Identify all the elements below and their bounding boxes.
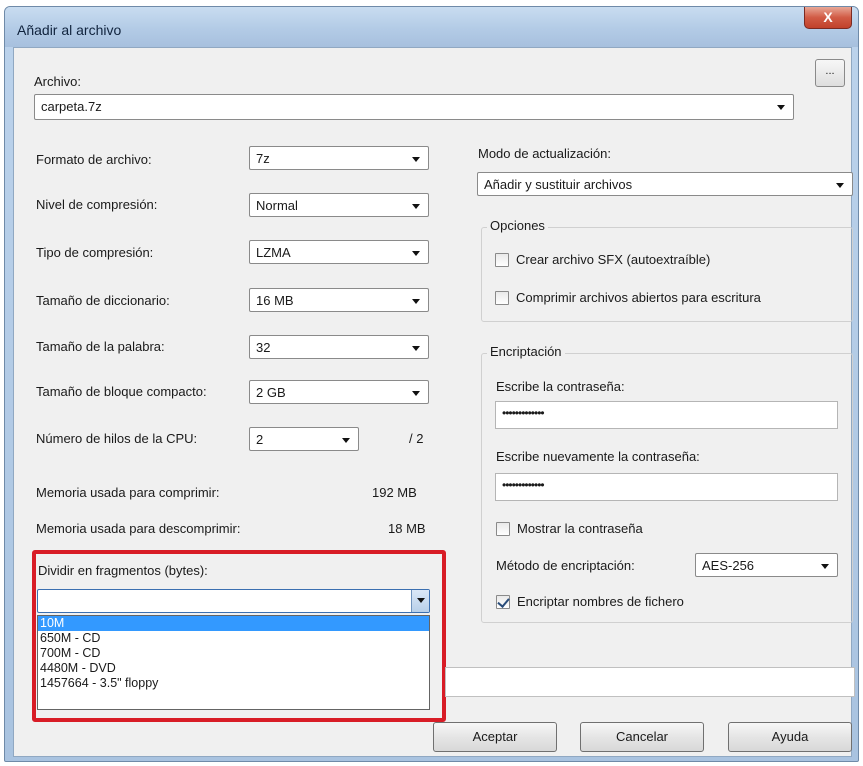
word-label: Tamaño de la palabra: xyxy=(36,339,165,354)
block-combo[interactable]: 2 GB xyxy=(249,380,429,404)
memory-decompress-value: 18 MB xyxy=(388,521,426,536)
update-mode-label: Modo de actualización: xyxy=(478,146,611,161)
close-icon: X xyxy=(823,9,833,25)
browse-button[interactable]: ... xyxy=(815,59,845,87)
sfx-label: Crear archivo SFX (autoextraíble) xyxy=(516,252,711,267)
split-dropdown-button[interactable] xyxy=(411,590,429,612)
help-button-label: Ayuda xyxy=(771,729,809,744)
help-button[interactable]: Ayuda xyxy=(728,722,852,752)
threads-max: / 2 xyxy=(409,431,424,446)
chevron-down-icon xyxy=(412,346,420,351)
split-combo[interactable] xyxy=(37,589,430,613)
memory-compress-value: 192 MB xyxy=(372,485,417,500)
memory-decompress-label: Memoria usada para descomprimir: xyxy=(36,521,241,536)
format-value: 7z xyxy=(256,151,270,166)
block-value: 2 GB xyxy=(256,385,286,400)
chevron-down-icon xyxy=(777,105,785,110)
chevron-down-icon xyxy=(342,438,350,443)
encryption-method-label: Método de encriptación: xyxy=(496,558,635,573)
chevron-down-icon xyxy=(821,564,829,569)
options-group xyxy=(481,227,853,322)
update-mode-combo[interactable]: Añadir y sustituir archivos xyxy=(477,172,853,196)
level-value: Normal xyxy=(256,198,298,213)
sfx-checkbox[interactable] xyxy=(495,253,509,267)
parameters-input[interactable] xyxy=(445,667,855,697)
split-label: Dividir en fragmentos (bytes): xyxy=(38,563,208,578)
encryption-method-combo[interactable]: AES-256 xyxy=(695,553,838,577)
window-title: Añadir al archivo xyxy=(17,22,122,38)
dictionary-value: 16 MB xyxy=(256,293,294,308)
dictionary-label: Tamaño de diccionario: xyxy=(36,293,170,308)
add-to-archive-dialog: Añadir al archivo X Archivo: carpeta.7z … xyxy=(4,6,859,762)
cancel-button-label: Cancelar xyxy=(615,729,669,744)
show-password-checkbox[interactable] xyxy=(496,522,510,536)
type-value: LZMA xyxy=(256,245,291,260)
list-item[interactable]: 4480M - DVD xyxy=(38,661,429,676)
password-value: ••••••••••••• xyxy=(502,406,545,420)
chevron-down-icon xyxy=(836,183,844,188)
open-files-checkbox[interactable] xyxy=(495,291,509,305)
level-combo[interactable]: Normal xyxy=(249,193,429,217)
title-bar: Añadir al archivo X xyxy=(5,7,858,47)
list-item[interactable]: 700M - CD xyxy=(38,646,429,661)
memory-compress-label: Memoria usada para comprimir: xyxy=(36,485,220,500)
list-item[interactable]: 650M - CD xyxy=(38,631,429,646)
password-input[interactable]: ••••••••••••• xyxy=(495,401,838,429)
encryption-method-value: AES-256 xyxy=(702,558,755,573)
type-label: Tipo de compresión: xyxy=(36,245,154,260)
word-combo[interactable]: 32 xyxy=(249,335,429,359)
chevron-down-icon xyxy=(412,204,420,209)
open-files-label: Comprimir archivos abiertos para escritu… xyxy=(516,290,761,305)
threads-value: 2 xyxy=(256,432,264,447)
chevron-down-icon xyxy=(417,598,425,603)
ellipsis-icon: ... xyxy=(825,65,835,77)
threads-label: Número de hilos de la CPU: xyxy=(36,431,198,446)
chevron-down-icon xyxy=(412,391,420,396)
threads-combo[interactable]: 2 xyxy=(249,427,359,451)
encrypt-names-label: Encriptar nombres de fichero xyxy=(517,594,684,609)
archive-label: Archivo: xyxy=(34,74,81,89)
encryption-group-title: Encriptación xyxy=(487,344,565,359)
level-label: Nivel de compresión: xyxy=(36,197,158,212)
split-options-list[interactable]: 10M 650M - CD 700M - CD 4480M - DVD 1457… xyxy=(37,615,430,710)
chevron-down-icon xyxy=(412,157,420,162)
password-repeat-label: Escribe nuevamente la contraseña: xyxy=(496,449,700,464)
cancel-button[interactable]: Cancelar xyxy=(580,722,704,752)
encrypt-names-checkbox[interactable] xyxy=(496,595,510,609)
ok-button-label: Aceptar xyxy=(472,729,518,744)
chevron-down-icon xyxy=(412,251,420,256)
close-button[interactable]: X xyxy=(804,7,852,29)
archive-path-combo[interactable]: carpeta.7z xyxy=(34,94,794,120)
word-value: 32 xyxy=(256,340,271,355)
archive-path-value: carpeta.7z xyxy=(41,99,102,114)
block-label: Tamaño de bloque compacto: xyxy=(36,384,207,399)
format-label: Formato de archivo: xyxy=(36,152,152,167)
format-combo[interactable]: 7z xyxy=(249,146,429,170)
list-item[interactable]: 10M xyxy=(38,616,429,631)
list-item[interactable]: 1457664 - 3.5" floppy xyxy=(38,676,429,691)
options-group-title: Opciones xyxy=(487,218,548,233)
password-repeat-input[interactable]: ••••••••••••• xyxy=(495,473,838,501)
password-label: Escribe la contraseña: xyxy=(496,379,625,394)
ok-button[interactable]: Aceptar xyxy=(433,722,557,752)
show-password-label: Mostrar la contraseña xyxy=(517,521,643,536)
type-combo[interactable]: LZMA xyxy=(249,240,429,264)
dictionary-combo[interactable]: 16 MB xyxy=(249,288,429,312)
chevron-down-icon xyxy=(412,299,420,304)
update-mode-value: Añadir y sustituir archivos xyxy=(484,177,633,192)
password-repeat-value: ••••••••••••• xyxy=(502,478,545,492)
